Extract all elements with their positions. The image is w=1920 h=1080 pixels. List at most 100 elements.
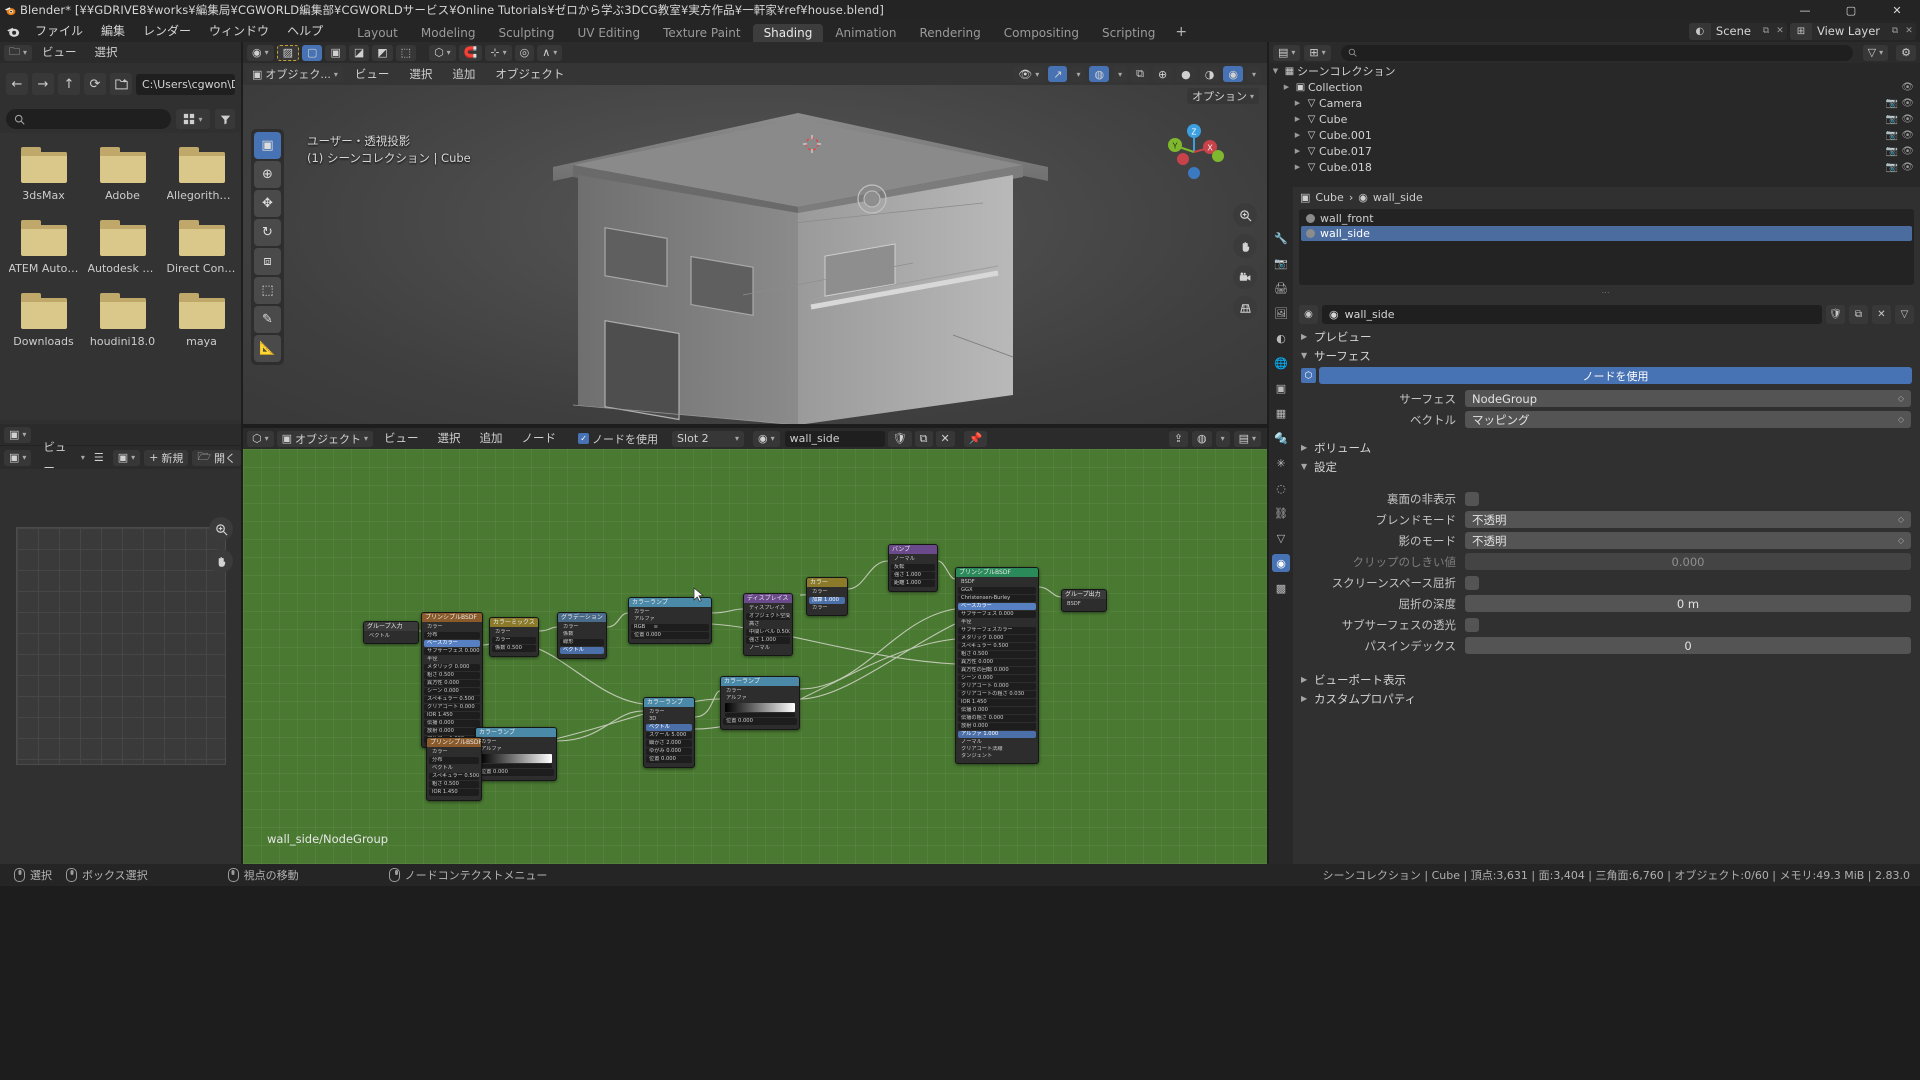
visibility-eye-icon[interactable]: 👁 [1901,146,1914,157]
node-overlay-icon[interactable]: ◍ [1191,430,1212,447]
shading-wireframe-icon[interactable]: ⊕ [1152,66,1173,82]
render-camera-icon[interactable]: 📷 [1886,114,1898,125]
material-slot-item[interactable]: wall_front [1301,211,1912,226]
snap-magnet-icon[interactable]: 🧲 [458,44,483,61]
node-row[interactable]: 異方性 0.000 [424,680,480,687]
gizmo-caret-icon[interactable]: ▾ [1071,66,1086,82]
property-checkbox[interactable] [1465,491,1479,506]
tool-measure-icon[interactable]: 📐 [254,335,281,362]
tab-particles-icon[interactable]: ✳ [1272,454,1290,472]
viewport-pan-icon[interactable] [1233,234,1257,258]
select-tool-icon[interactable]: ▨ [276,44,300,61]
pin-icon[interactable]: 📌 [963,430,988,447]
outliner-row-scene-collection[interactable]: ▼ ▦ シーンコレクション [1269,63,1920,79]
new-folder-button[interactable] [110,73,132,95]
node-row[interactable]: 強さ 1.000 [746,637,790,644]
visibility-eye-icon[interactable]: 👁 [1901,82,1914,93]
panel-surface[interactable]: ▼ サーフェス [1293,346,1920,365]
node-row[interactable]: 放射 0.000 [424,728,480,735]
shader-node[interactable]: カラーランプ カラー アルファ 位置 0.000 [475,727,557,781]
viewport-menu-view[interactable]: ビュー [347,64,398,85]
menu-file[interactable]: ファイル [26,20,92,42]
pan-tool-icon[interactable] [209,549,233,573]
shading-caret-icon[interactable]: ▾ [1246,66,1261,82]
tab-animation[interactable]: Animation [824,24,907,42]
filebrowser-menu-view[interactable]: ビュー [34,42,85,63]
shader-node[interactable]: グループ入力 ベクトル [363,621,419,644]
chevron-right-icon[interactable]: ▶ [1291,99,1304,107]
color-ramp-widget[interactable] [480,754,552,763]
node-row[interactable]: 異方性の回転 0.000 [958,667,1036,674]
node-row[interactable]: メタリック 0.000 [958,635,1036,642]
tab-material-icon[interactable]: ◉ [1272,554,1290,572]
file-item[interactable]: Downloads [8,293,79,348]
editor-type-selector-viewport[interactable]: ◉ ▾ [247,44,274,61]
scene-delete-icon[interactable]: ✕ [1773,26,1787,36]
viewport-menu-select[interactable]: 選択 [401,64,440,85]
tab-layout[interactable]: Layout [346,24,409,42]
file-search-input[interactable] [6,109,171,129]
node-row[interactable]: スペキュラー 0.500 [424,696,480,703]
breadcrumb-material-label[interactable]: wall_side [1373,191,1423,204]
xray-icon[interactable]: ⧉ [1131,66,1149,82]
panel-preview[interactable]: ▶ プレビュー [1293,327,1920,346]
view-layer-selector[interactable]: ⊞ View Layer ⧉ ✕ [1789,22,1916,40]
material-name-field[interactable]: wall_side [784,430,885,447]
visibility-icon[interactable]: 👁 ▾ [1013,66,1045,82]
shader-node[interactable]: グラデーション カラー 係数 線形 ベクトル [557,612,607,659]
node-row[interactable]: IOR 1.450 [429,789,479,796]
use-nodes-checkbox[interactable]: ✓ ノードを使用 [573,431,663,447]
tab-shading[interactable]: Shading [752,24,824,42]
panel-custom-properties[interactable]: ▶ カスタムプロパティ [1293,689,1920,708]
node-row[interactable]: メタリック 0.000 [424,664,480,671]
shader-node[interactable]: カラーランプ カラー 3D ベクトル スケール 5.000 細かさ 2.000 ゆがみ 0.… [643,697,695,768]
slot-list-handle[interactable]: ⋯ [1293,285,1920,300]
property-checkbox[interactable] [1465,617,1479,632]
tab-scene-icon[interactable]: ◐ [1272,329,1290,347]
panel-volume[interactable]: ▶ ボリューム [1293,438,1920,457]
object-mode-selector[interactable]: ▣ オブジェク... ▾ [247,66,343,82]
chevron-right-icon[interactable]: ▶ [1280,83,1293,91]
overlays-icon[interactable]: ◍ [1089,66,1110,82]
color-ramp-slider[interactable] [725,713,795,717]
node-row[interactable]: サブサーフェス 0.000 [424,648,480,655]
menu-help[interactable]: ヘルプ [278,20,332,42]
viewport-zoom-icon[interactable] [1233,203,1257,227]
node-row[interactable]: 位置 0.000 [723,718,797,725]
render-camera-icon[interactable]: 📷 [1886,162,1898,173]
viewport-menu-object[interactable]: オブジェクト [487,64,572,85]
node-menu-view[interactable]: ビュー [376,428,427,449]
outliner-tree[interactable]: ▼ ▦ シーンコレクション ▶ ▣ Collection 👁 ▶ ▽ Camera 👁 📷 ▶ ▽ Cube… [1269,63,1920,175]
select-subtract-icon[interactable]: ◪ [348,44,370,61]
node-row[interactable]: Christensen-Burley [958,595,1036,602]
shader-type-selector[interactable]: ▣ オブジェクト ▾ [276,430,374,447]
node-row[interactable]: ゆがみ 0.000 [646,748,692,755]
material-slot-list[interactable]: wall_front wall_side [1299,209,1914,285]
tool-select-box-icon[interactable]: ▣ [254,132,281,159]
outliner-options-icon[interactable]: ⚙ [1896,44,1916,61]
node-row[interactable]: 伝播 0.000 [424,720,480,727]
global-orientation-icon[interactable]: ⬡ ▾ [429,44,456,61]
scene-new-icon[interactable]: ⧉ [1759,26,1773,36]
file-item[interactable]: Allegorithmic [166,147,237,202]
tool-move-icon[interactable]: ✥ [254,190,281,217]
breadcrumb-object-label[interactable]: Cube [1315,191,1343,204]
tab-modeling[interactable]: Modeling [410,24,487,42]
gizmo-icon[interactable]: ↗ [1048,66,1068,82]
tab-output-icon[interactable]: 🖨 [1272,279,1290,297]
node-row[interactable]: クリアコート 0.000 [424,704,480,711]
shader-node[interactable]: ディスプレイス ディスプレイス オブジェクト空間 高さ 中間レベル 0.500 強さ 1.… [743,593,793,656]
material-delete-icon[interactable]: ✕ [935,430,955,447]
node-row[interactable]: 分布 [424,632,480,639]
minimize-button[interactable]: — [1782,0,1828,20]
display-mode-button[interactable]: ▾ [176,109,210,129]
close-button[interactable]: ✕ [1874,0,1920,20]
menu-render[interactable]: レンダー [134,20,200,42]
nav-up-button[interactable]: ↑ [58,73,80,95]
editor-type-selector-filebrowser[interactable]: 🗀 ▾ [4,44,33,61]
tab-sculpting[interactable]: Sculpting [487,24,565,42]
outliner-display-mode[interactable]: ⊞ ▾ [1304,44,1331,61]
view-layer-new-icon[interactable]: ⧉ [1888,26,1902,36]
node-row[interactable]: クリアコート 0.000 [958,683,1036,690]
node-row[interactable]: アルファ 1.000 [958,731,1036,738]
